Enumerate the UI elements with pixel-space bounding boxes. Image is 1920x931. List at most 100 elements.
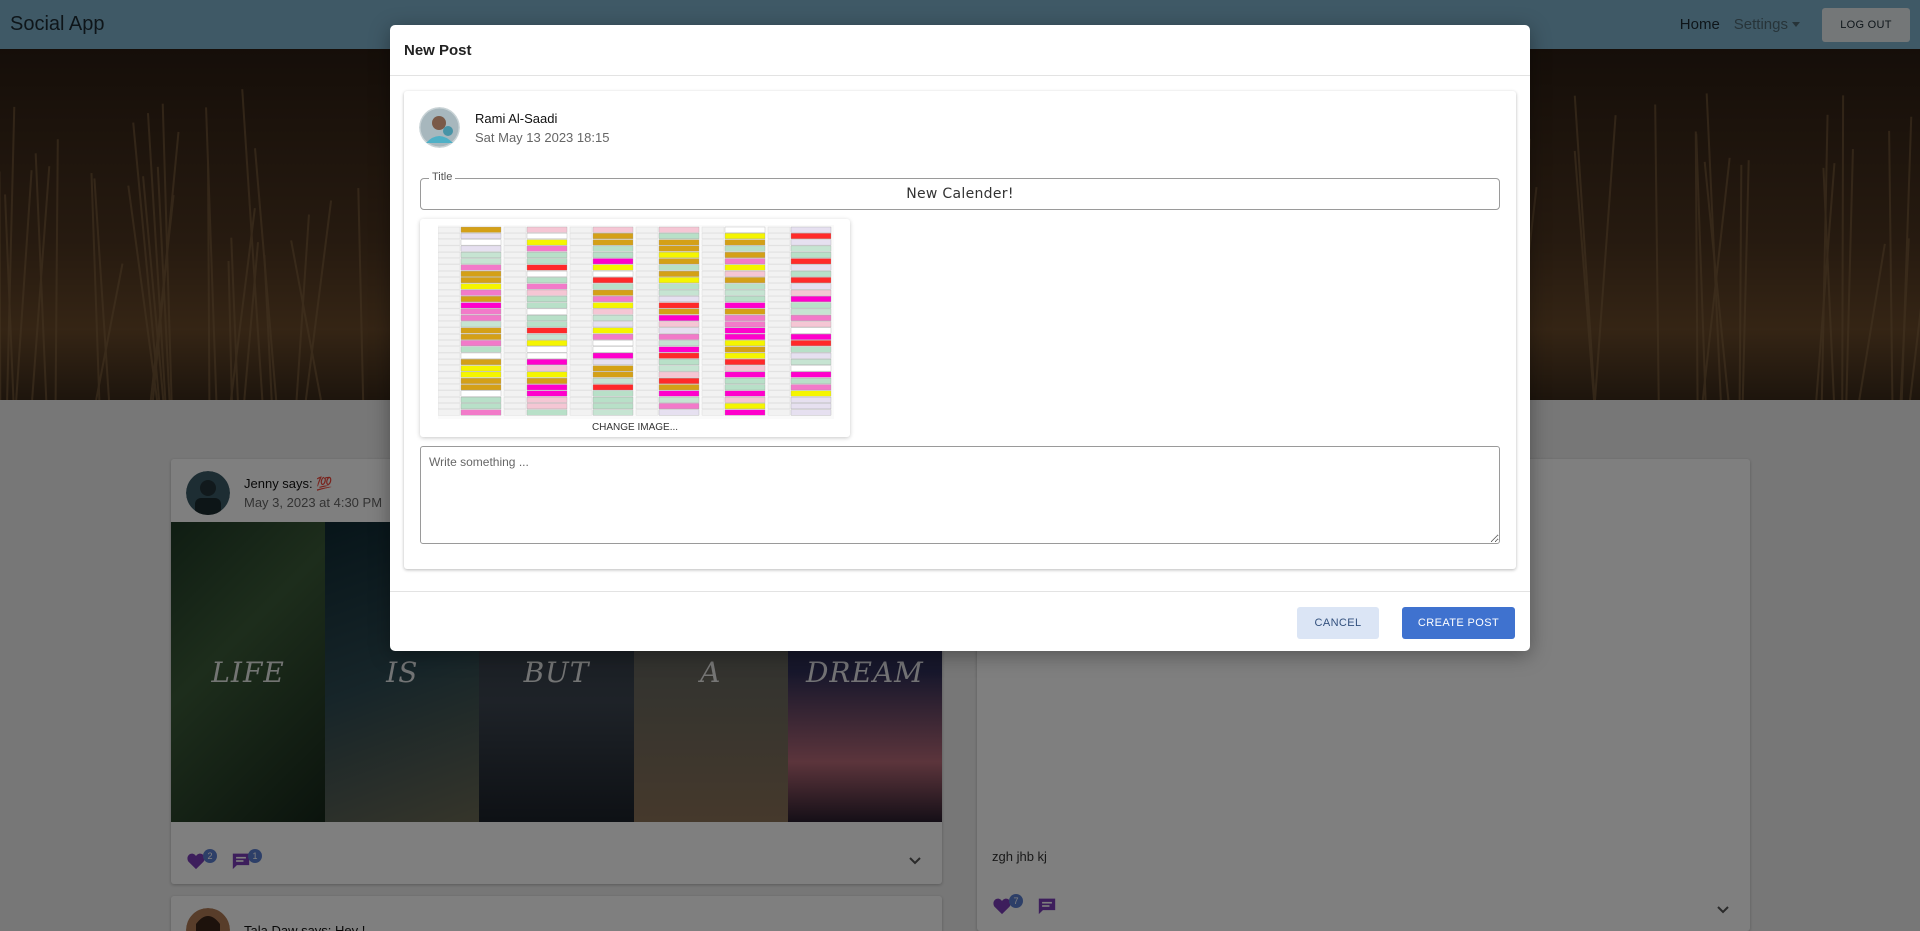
- calendar-event-cell: [460, 409, 502, 416]
- calendar-date-cell: [635, 296, 659, 302]
- calendar-date-cell: [569, 264, 593, 271]
- calendar-event-cell: [724, 346, 766, 353]
- calendar-event-cell: [526, 283, 568, 290]
- calendar-date-cell: [635, 378, 659, 384]
- calendar-date-cell: [569, 289, 593, 296]
- calendar-event-cell: [526, 333, 568, 340]
- calendar-event-cell: [790, 327, 832, 334]
- calendar-event-cell: [460, 252, 502, 258]
- calendar-event-cell: [460, 239, 502, 246]
- calendar-date-cell: [503, 308, 527, 315]
- calendar-date-cell: [569, 340, 593, 347]
- calendar-date-cell: [767, 365, 791, 372]
- calendar-event-cell: [592, 321, 634, 328]
- calendar-event-cell: [790, 233, 832, 239]
- calendar-date-cell: [503, 321, 527, 328]
- calendar-event-cell: [658, 340, 700, 347]
- change-image-button[interactable]: CHANGE IMAGE...: [420, 422, 850, 433]
- calendar-date-cell: [569, 308, 593, 315]
- calendar-date-cell: [701, 315, 725, 321]
- calendar-date-cell: [701, 409, 725, 416]
- calendar-event-cell: [658, 346, 700, 353]
- calendar-event-cell: [592, 346, 634, 353]
- calendar-event-cell: [460, 359, 502, 365]
- calendar-date-cell: [701, 365, 725, 372]
- calendar-event-cell: [724, 315, 766, 321]
- calendar-date-cell: [701, 226, 725, 233]
- calendar-date-cell: [438, 296, 461, 302]
- calendar-date-cell: [503, 346, 527, 353]
- calendar-event-cell: [724, 340, 766, 347]
- calendar-event-cell: [460, 277, 502, 284]
- calendar-event-cell: [592, 409, 634, 416]
- create-post-button[interactable]: CREATE POST: [1402, 607, 1515, 639]
- calendar-event-cell: [592, 270, 634, 277]
- calendar-event-cell: [724, 296, 766, 302]
- calendar-event-cell: [460, 384, 502, 391]
- title-input[interactable]: [421, 179, 1499, 209]
- calendar-event-cell: [790, 264, 832, 271]
- calendar-event-cell: [460, 403, 502, 410]
- post-body-textarea[interactable]: [420, 446, 1500, 544]
- cancel-button[interactable]: CANCEL: [1297, 607, 1379, 639]
- calendar-event-cell: [724, 321, 766, 328]
- calendar-date-cell: [438, 352, 461, 359]
- calendar-event-cell: [526, 264, 568, 271]
- calendar-date-cell: [438, 409, 461, 416]
- calendar-event-cell: [724, 277, 766, 284]
- calendar-date-cell: [701, 258, 725, 265]
- calendar-date-cell: [767, 302, 791, 309]
- calendar-event-cell: [526, 346, 568, 353]
- calendar-event-cell: [658, 258, 700, 265]
- calendar-event-cell: [790, 283, 832, 290]
- calendar-date-cell: [569, 283, 593, 290]
- calendar-event-cell: [592, 352, 634, 359]
- title-label: Title: [429, 171, 456, 183]
- calendar-event-cell: [592, 245, 634, 252]
- calendar-event-cell: [460, 289, 502, 296]
- calendar-event-cell: [790, 371, 832, 378]
- calendar-event-cell: [724, 390, 766, 397]
- calendar-event-cell: [460, 352, 502, 359]
- calendar-event-cell: [526, 296, 568, 302]
- calendar-date-cell: [503, 384, 527, 391]
- calendar-date-cell: [438, 378, 461, 384]
- calendar-event-cell: [658, 264, 700, 271]
- calendar-date-cell: [438, 283, 461, 290]
- calendar-event-cell: [658, 378, 700, 384]
- calendar-date-cell: [701, 289, 725, 296]
- calendar-date-cell: [701, 302, 725, 309]
- calendar-date-cell: [635, 396, 659, 403]
- calendar-event-cell: [460, 283, 502, 290]
- calendar-date-cell: [635, 359, 659, 365]
- calendar-date-cell: [767, 308, 791, 315]
- calendar-event-cell: [460, 302, 502, 309]
- calendar-date-cell: [767, 296, 791, 302]
- calendar-date-cell: [701, 283, 725, 290]
- calendar-event-cell: [724, 409, 766, 416]
- calendar-event-cell: [460, 226, 502, 233]
- calendar-date-cell: [767, 289, 791, 296]
- calendar-date-cell: [767, 396, 791, 403]
- calendar-date-cell: [767, 390, 791, 397]
- calendar-event-cell: [658, 327, 700, 334]
- calendar-date-cell: [438, 308, 461, 315]
- calendar-event-cell: [790, 359, 832, 365]
- calendar-date-cell: [701, 245, 725, 252]
- calendar-event-cell: [658, 365, 700, 372]
- calendar-event-cell: [658, 403, 700, 410]
- calendar-event-cell: [460, 233, 502, 239]
- calendar-event-cell: [724, 396, 766, 403]
- calendar-event-cell: [526, 239, 568, 246]
- calendar-image[interactable]: [438, 225, 834, 419]
- calendar-date-cell: [635, 352, 659, 359]
- calendar-date-cell: [701, 396, 725, 403]
- calendar-event-cell: [658, 226, 700, 233]
- calendar-event-cell: [526, 277, 568, 284]
- calendar-date-cell: [569, 352, 593, 359]
- calendar-date-cell: [767, 264, 791, 271]
- calendar-event-cell: [658, 315, 700, 321]
- calendar-date-cell: [569, 396, 593, 403]
- calendar-date-cell: [767, 270, 791, 277]
- calendar-event-cell: [658, 409, 700, 416]
